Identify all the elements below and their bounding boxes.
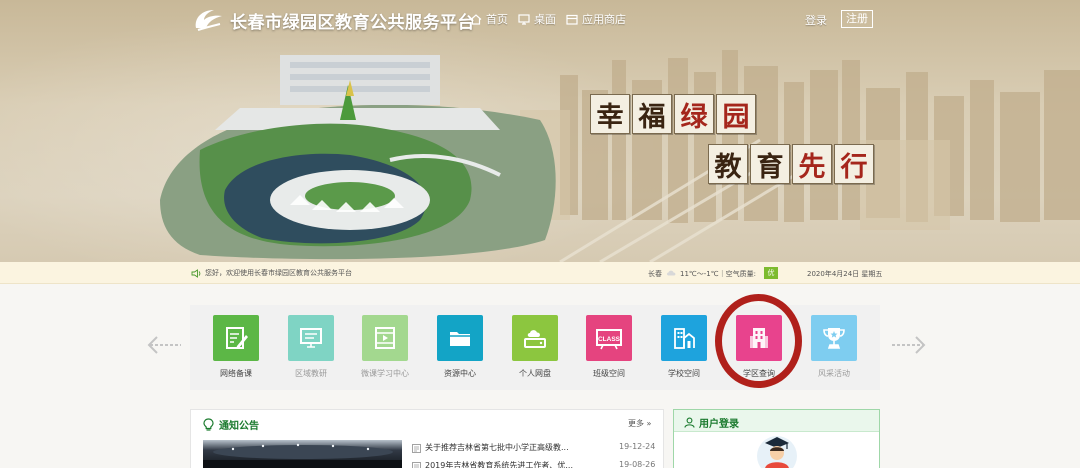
- app-tile: [288, 315, 334, 361]
- app-tile: [362, 315, 408, 361]
- slogan-line-2: 教 育 先 行: [708, 144, 874, 184]
- register-button[interactable]: 注册: [841, 10, 873, 28]
- login-header: 用户登录: [674, 410, 879, 432]
- slogan-char: 园: [716, 94, 756, 134]
- notice-header: 通知公告: [203, 417, 259, 432]
- slogan-line-1: 幸 福 绿 园: [590, 94, 756, 134]
- app-label: 班级空间: [593, 369, 625, 378]
- speaker-icon: [191, 268, 201, 278]
- home-icon: [470, 13, 482, 25]
- app-label: 资源中心: [444, 369, 476, 378]
- student-avatar-icon: [757, 436, 797, 468]
- login-link[interactable]: 登录: [805, 12, 827, 28]
- notice-item-date: 19-12-24: [619, 442, 656, 451]
- conference-hall-image: [203, 443, 402, 468]
- app-tile: CLASS: [586, 315, 632, 361]
- slogan-char: 育: [750, 144, 790, 184]
- platform-logo-icon: [195, 10, 222, 31]
- nav-home[interactable]: 首页: [470, 11, 508, 27]
- app-label: 学区查询: [743, 369, 775, 378]
- lesson-plan-icon: [226, 327, 248, 349]
- class-board-icon: CLASS: [596, 329, 622, 350]
- welcome-text: 您好，欢迎使用长春市绿园区教育公共服务平台: [205, 269, 352, 277]
- app-tile: [811, 315, 857, 361]
- app-tile: [512, 315, 558, 361]
- nav-desktop-label: 桌面: [534, 13, 556, 26]
- app-label: 网络备课: [220, 369, 252, 378]
- more-label: 更多: [628, 419, 644, 428]
- slogan-char: 福: [632, 94, 672, 134]
- cloud-drive-icon: [524, 330, 546, 348]
- video-play-icon: [375, 327, 395, 349]
- app-tile: [437, 315, 483, 361]
- arrow-right-icon[interactable]: [890, 334, 926, 356]
- app-label: 区域教研: [295, 369, 327, 378]
- welcome-message: 您好，欢迎使用长春市绿园区教育公共服务平台: [191, 268, 352, 278]
- slogan-char: 教: [708, 144, 748, 184]
- login-title: 用户登录: [699, 419, 739, 430]
- folder-icon: [450, 332, 470, 346]
- notice-panel: 通知公告 更多 » 关于推荐吉林省第七批中小学正高级教... 19-12-24 …: [190, 409, 664, 468]
- slogan-char: 绿: [674, 94, 714, 134]
- login-title-row: 用户登录: [684, 415, 739, 430]
- notice-feature-photo[interactable]: [203, 440, 402, 468]
- current-date: 2020年4月24日 星期五: [807, 270, 883, 278]
- info-bar: 您好，欢迎使用长春市绿园区教育公共服务平台 长春 11℃～-1℃｜空气质量: 优…: [0, 262, 1080, 284]
- notice-item-title: 关于推荐吉林省第七批中小学正高级教...: [425, 443, 569, 452]
- notice-more-link[interactable]: 更多 »: [628, 418, 651, 429]
- double-chevron-right-icon: »: [646, 419, 652, 428]
- document-icon: [412, 462, 421, 468]
- top-nav-bar: 长春市绿园区教育公共服务平台 首页 桌面 应用商店 登录 注册: [0, 0, 1080, 38]
- city-scene-illustration: [160, 50, 1080, 262]
- app-label: 学校空间: [668, 369, 700, 378]
- banner: 长春市绿园区教育公共服务平台 首页 桌面 应用商店 登录 注册 幸 福 绿 园 …: [0, 0, 1080, 262]
- school-building-icon: [674, 328, 695, 349]
- nav-app-store-label: 应用商店: [582, 13, 626, 26]
- district-building-icon: [750, 328, 768, 348]
- user-icon: [684, 417, 695, 428]
- arrow-left-icon[interactable]: [147, 334, 183, 356]
- slogan-char: 行: [834, 144, 874, 184]
- nav-home-label: 首页: [486, 13, 508, 26]
- research-screen-icon: [300, 328, 322, 348]
- monitor-icon: [518, 13, 530, 25]
- slogan-char: 幸: [590, 94, 630, 134]
- store-icon: [566, 14, 578, 25]
- app-tile: [213, 315, 259, 361]
- bulb-icon: [203, 418, 214, 431]
- app-label: 微课学习中心: [361, 369, 409, 378]
- weather-temperature: 11℃～-1℃｜空气质量:: [680, 270, 756, 278]
- notice-item-date: 19-08-26: [619, 460, 656, 468]
- app-label: 风采活动: [818, 369, 850, 378]
- svg-text:CLASS: CLASS: [598, 336, 621, 343]
- trophy-icon: [823, 328, 845, 349]
- slogan-char: 先: [792, 144, 832, 184]
- weather-city: 长春: [648, 270, 662, 278]
- site-title: 长春市绿园区教育公共服务平台: [230, 13, 475, 33]
- user-login-panel: 用户登录: [673, 409, 880, 468]
- notice-title: 通知公告: [219, 421, 259, 432]
- document-icon: [412, 444, 421, 453]
- cloud-weather-icon: [667, 270, 676, 276]
- notice-item-title: 2019年吉林省教育系统先进工作者、优...: [425, 461, 573, 468]
- air-quality-badge: 优: [764, 267, 778, 279]
- nav-app-store[interactable]: 应用商店: [566, 11, 626, 27]
- app-label: 个人网盘: [519, 369, 551, 378]
- app-tile: [661, 315, 707, 361]
- app-tile: [736, 315, 782, 361]
- nav-desktop[interactable]: 桌面: [518, 11, 556, 27]
